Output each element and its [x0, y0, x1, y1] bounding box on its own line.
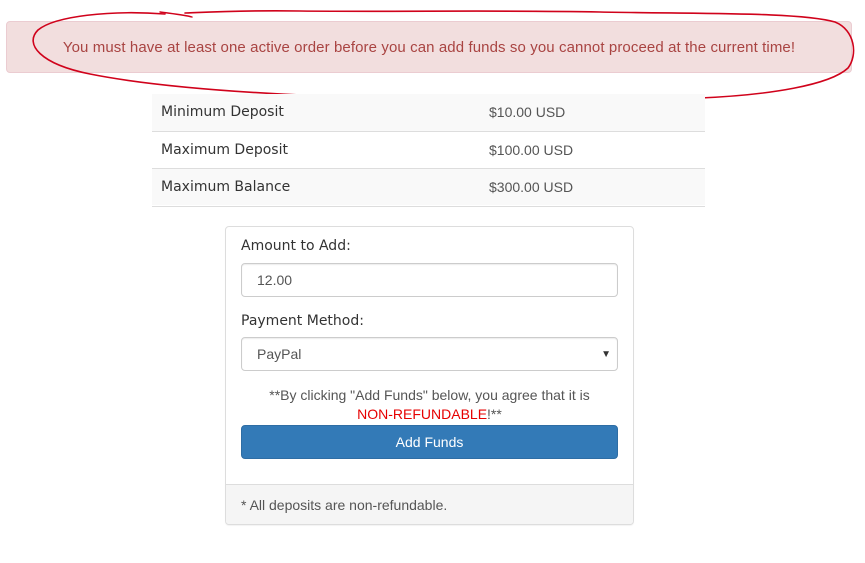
amount-label: Amount to Add: — [241, 238, 351, 254]
limit-label: Minimum Deposit — [161, 104, 284, 121]
amount-value: 12.00 — [257, 272, 293, 288]
limit-value: $100.00 USD — [481, 130, 705, 168]
notice-suffix: !** — [487, 406, 502, 422]
limit-value: $300.00 USD — [481, 167, 705, 205]
table-row: Minimum Deposit $10.00 USD — [152, 94, 705, 131]
caret-down-icon: ▼ — [601, 349, 611, 360]
alert-message: You must have at least one active order … — [62, 38, 796, 56]
notice-prefix: **By clicking "Add Funds" below, you agr… — [269, 387, 590, 403]
add-funds-page: You must have at least one active order … — [0, 0, 865, 563]
panel-footer: * All deposits are non-refundable. — [226, 484, 633, 524]
error-alert: You must have at least one active order … — [6, 21, 852, 73]
deposit-limits-table: Minimum Deposit $10.00 USD Maximum Depos… — [152, 94, 705, 205]
add-funds-button[interactable]: Add Funds — [241, 425, 618, 459]
limit-label: Maximum Balance — [152, 167, 481, 205]
limit-label: Maximum Deposit — [152, 130, 481, 168]
table-row: Maximum Balance $300.00 USD — [152, 167, 705, 205]
footer-note: * All deposits are non-refundable. — [241, 496, 448, 513]
refund-notice: **By clicking "Add Funds" below, you agr… — [241, 386, 618, 424]
table-row: Maximum Deposit $100.00 USD — [152, 130, 705, 168]
notice-nonrefundable: NON-REFUNDABLE — [357, 406, 488, 422]
payment-method-select[interactable]: PayPal ▼ — [241, 337, 618, 371]
add-funds-panel: Amount to Add: 12.00 Payment Method: Pay… — [225, 226, 634, 525]
amount-input[interactable]: 12.00 — [241, 263, 618, 297]
payment-method-value: PayPal — [257, 346, 302, 362]
limit-value: $10.00 USD — [489, 104, 566, 121]
payment-method-label: Payment Method: — [241, 313, 364, 329]
table-divider — [152, 206, 705, 207]
